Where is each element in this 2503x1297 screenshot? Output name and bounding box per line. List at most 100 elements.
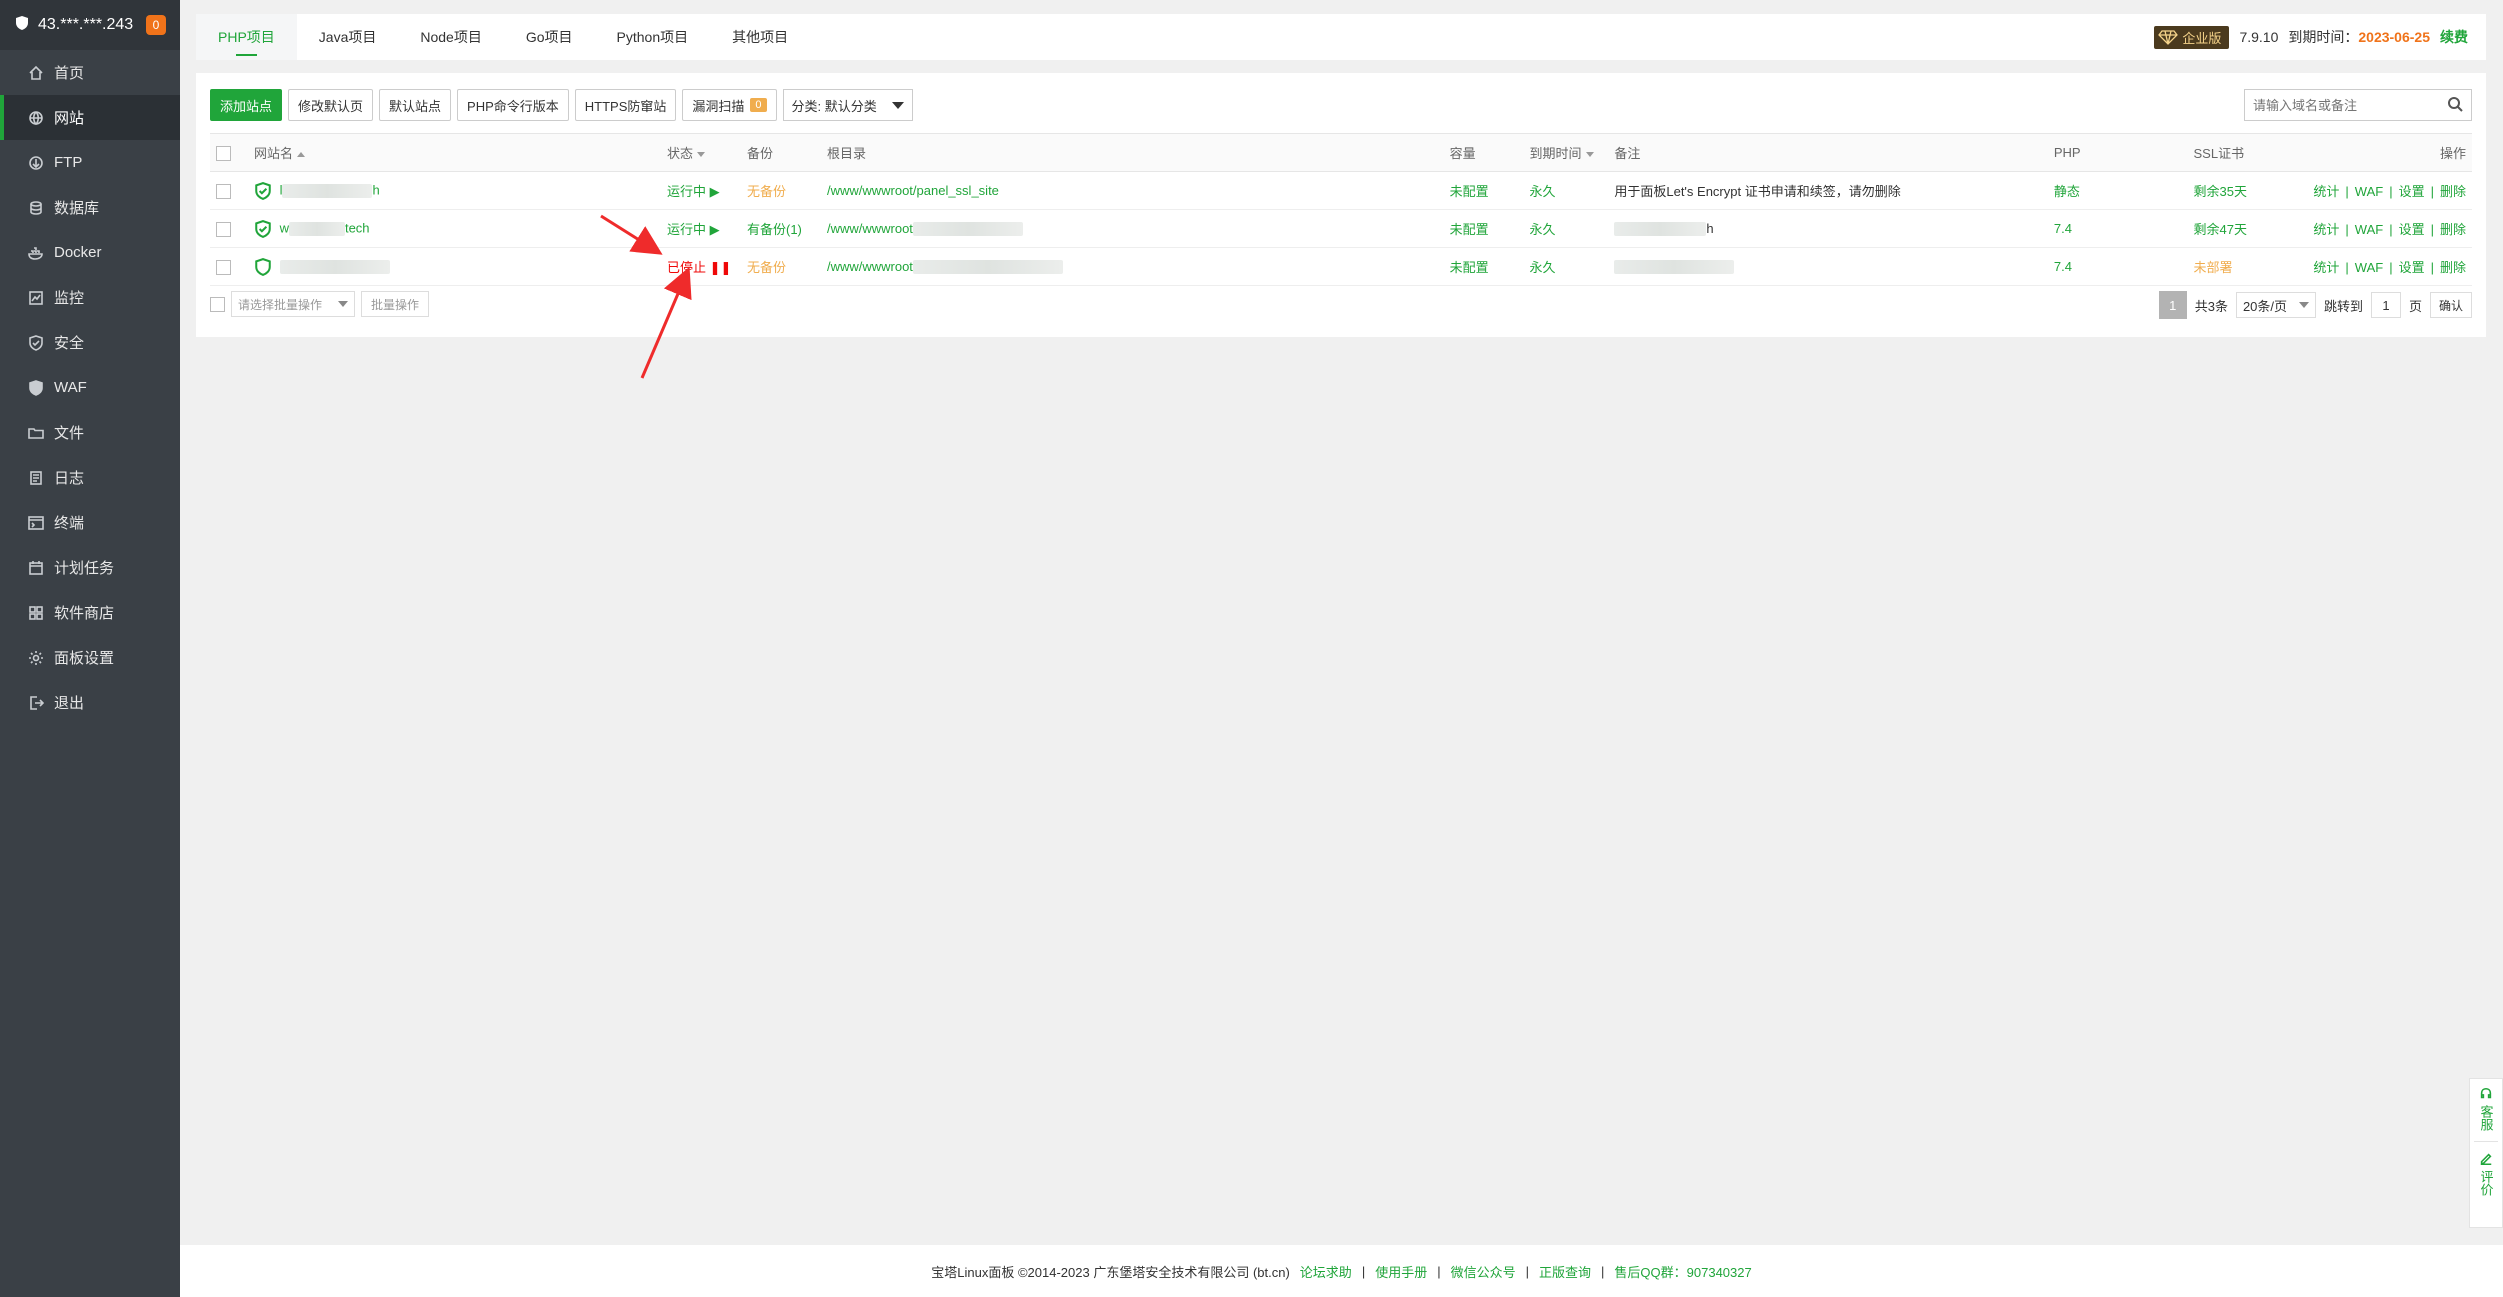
php-cli-version-button[interactable]: PHP命令行版本 [457, 89, 569, 121]
sidebar-item-docker[interactable]: Docker [0, 230, 180, 275]
sidebar-item-terminal[interactable]: 终端 [0, 500, 180, 545]
quota-cell[interactable]: 未配置 [1443, 171, 1524, 210]
footer-link-manual[interactable]: 使用手册 [1375, 1262, 1427, 1281]
status-stopped[interactable]: 已停止 ❚❚ [661, 247, 741, 286]
status-running[interactable]: 运行中 ▶ [661, 209, 741, 248]
site-name-cell[interactable]: lh [247, 171, 662, 210]
footer-link-wechat[interactable]: 微信公众号 [1451, 1262, 1516, 1281]
ssl-cell[interactable]: 剩余35天 [2187, 171, 2308, 210]
row-checkbox[interactable] [216, 259, 231, 275]
waf-link[interactable]: WAF [2355, 184, 2383, 199]
sidebar-item-store[interactable]: 软件商店 [0, 590, 180, 635]
sidebar-item-ftp[interactable]: FTP [0, 140, 180, 185]
expire-cell[interactable]: 永久 [1523, 247, 1609, 286]
stats-link[interactable]: 统计 [2313, 260, 2339, 275]
sidebar-item-logs[interactable]: 日志 [0, 455, 180, 500]
delete-link[interactable]: 删除 [2440, 260, 2466, 275]
footer-link-license[interactable]: 正版查询 [1539, 1262, 1591, 1281]
modify-default-page-button[interactable]: 修改默认页 [288, 89, 374, 121]
php-version-cell[interactable]: 7.4 [2047, 247, 2188, 286]
ssl-cell[interactable]: 未部署 [2187, 247, 2308, 286]
home-icon [28, 65, 44, 81]
search-icon[interactable] [2447, 96, 2463, 115]
sidebar-item-files[interactable]: 文件 [0, 410, 180, 455]
default-site-button[interactable]: 默认站点 [379, 89, 452, 121]
php-version-cell[interactable]: 静态 [2047, 171, 2188, 210]
tab-php[interactable]: PHP项目 [196, 14, 297, 60]
current-page[interactable]: 1 [2158, 291, 2187, 319]
remark-cell[interactable]: h [1608, 209, 2048, 248]
tab-python[interactable]: Python项目 [595, 14, 711, 60]
search-input[interactable] [2253, 97, 2447, 113]
customer-service-button[interactable]: 客服 [2479, 1087, 2494, 1131]
tab-go[interactable]: Go项目 [504, 14, 595, 60]
select-all-checkbox[interactable] [216, 145, 231, 161]
sidebar-item-waf[interactable]: WAF [0, 365, 180, 410]
remark-cell[interactable]: 用于面板Let's Encrypt 证书申请和续签，请勿删除 [1608, 171, 2048, 210]
sidebar-item-logout[interactable]: 退出 [0, 680, 180, 725]
root-dir-cell[interactable]: /www/wwwroot [820, 209, 1444, 248]
backup-cell[interactable]: 无备份 [741, 171, 821, 210]
waf-link[interactable]: WAF [2355, 260, 2383, 275]
col-status[interactable]: 状态 [661, 133, 741, 172]
quota-cell[interactable]: 未配置 [1443, 209, 1524, 248]
server-header[interactable]: 43.***.***.243 0 [0, 0, 180, 50]
footer-link-qq-group[interactable]: 售后QQ群：907340327 [1614, 1262, 1751, 1281]
expire-cell[interactable]: 永久 [1523, 171, 1609, 210]
category-select[interactable]: 分类: 默认分类 [782, 89, 913, 121]
batch-select[interactable]: 请选择批量操作 [231, 291, 355, 317]
sidebar-item-security[interactable]: 安全 [0, 320, 180, 365]
site-name-prefix: w [279, 219, 289, 235]
notification-badge[interactable]: 0 [146, 15, 166, 35]
site-name-cell[interactable]: w tech [247, 209, 662, 248]
sidebar-item-label: Docker [54, 244, 102, 261]
site-name-cell[interactable] [247, 247, 662, 286]
backup-cell[interactable]: 无备份 [741, 247, 821, 286]
col-expire[interactable]: 到期时间 [1523, 133, 1609, 172]
search-box [2244, 89, 2472, 121]
stats-link[interactable]: 统计 [2313, 222, 2339, 237]
root-dir-cell[interactable]: /www/wwwroot [820, 247, 1444, 286]
remark-cell[interactable] [1608, 247, 2048, 286]
backup-cell[interactable]: 有备份(1) [741, 209, 821, 248]
waf-link[interactable]: WAF [2355, 222, 2383, 237]
settings-link[interactable]: 设置 [2399, 260, 2425, 275]
sidebar-item-monitor[interactable]: 监控 [0, 275, 180, 320]
sidebar-item-settings[interactable]: 面板设置 [0, 635, 180, 680]
row-checkbox[interactable] [216, 183, 231, 199]
review-button[interactable]: 评价 [2479, 1152, 2494, 1196]
batch-operate-button[interactable]: 批量操作 [361, 291, 430, 317]
batch-select-all-checkbox[interactable] [210, 296, 225, 312]
quota-cell[interactable]: 未配置 [1443, 247, 1524, 286]
sidebar-item-cron[interactable]: 计划任务 [0, 545, 180, 590]
sidebar-item-website[interactable]: 网站 [0, 95, 180, 140]
expire-cell[interactable]: 永久 [1523, 209, 1609, 248]
tab-java[interactable]: Java项目 [297, 14, 399, 60]
delete-link[interactable]: 删除 [2440, 222, 2466, 237]
root-dir-cell[interactable]: /www/wwwroot/panel_ssl_site [820, 171, 1444, 210]
delete-link[interactable]: 删除 [2440, 184, 2466, 199]
sort-asc-icon [296, 152, 305, 158]
sidebar-item-home[interactable]: 首页 [0, 50, 180, 95]
add-site-button[interactable]: 添加站点 [210, 89, 283, 121]
footer-link-forum[interactable]: 论坛求助 [1300, 1262, 1352, 1281]
status-running[interactable]: 运行中 ▶ [661, 171, 741, 210]
tab-node[interactable]: Node项目 [398, 14, 503, 60]
col-name[interactable]: 网站名 [247, 133, 662, 172]
sidebar-item-database[interactable]: 数据库 [0, 185, 180, 230]
renew-link[interactable]: 续费 [2440, 27, 2468, 47]
globe-icon [28, 110, 44, 126]
jump-confirm-button[interactable]: 确认 [2429, 292, 2472, 318]
per-page-select[interactable]: 20条/页 [2235, 292, 2316, 318]
php-version-cell[interactable]: 7.4 [2047, 209, 2188, 248]
stats-link[interactable]: 统计 [2313, 184, 2339, 199]
vuln-scan-button[interactable]: 漏洞扫描 0 [682, 89, 777, 121]
ssl-cell[interactable]: 剩余47天 [2187, 209, 2308, 248]
row-checkbox[interactable] [216, 221, 231, 237]
settings-link[interactable]: 设置 [2399, 222, 2425, 237]
jump-page-input[interactable]: 1 [2370, 292, 2401, 318]
table-row: w tech 运行中 ▶ 有备份(1) /www/wwwroot 未配置 永久 h… [210, 209, 2472, 248]
settings-link[interactable]: 设置 [2399, 184, 2425, 199]
https-defense-button[interactable]: HTTPS防窜站 [574, 89, 677, 121]
tab-other[interactable]: 其他项目 [710, 14, 810, 60]
